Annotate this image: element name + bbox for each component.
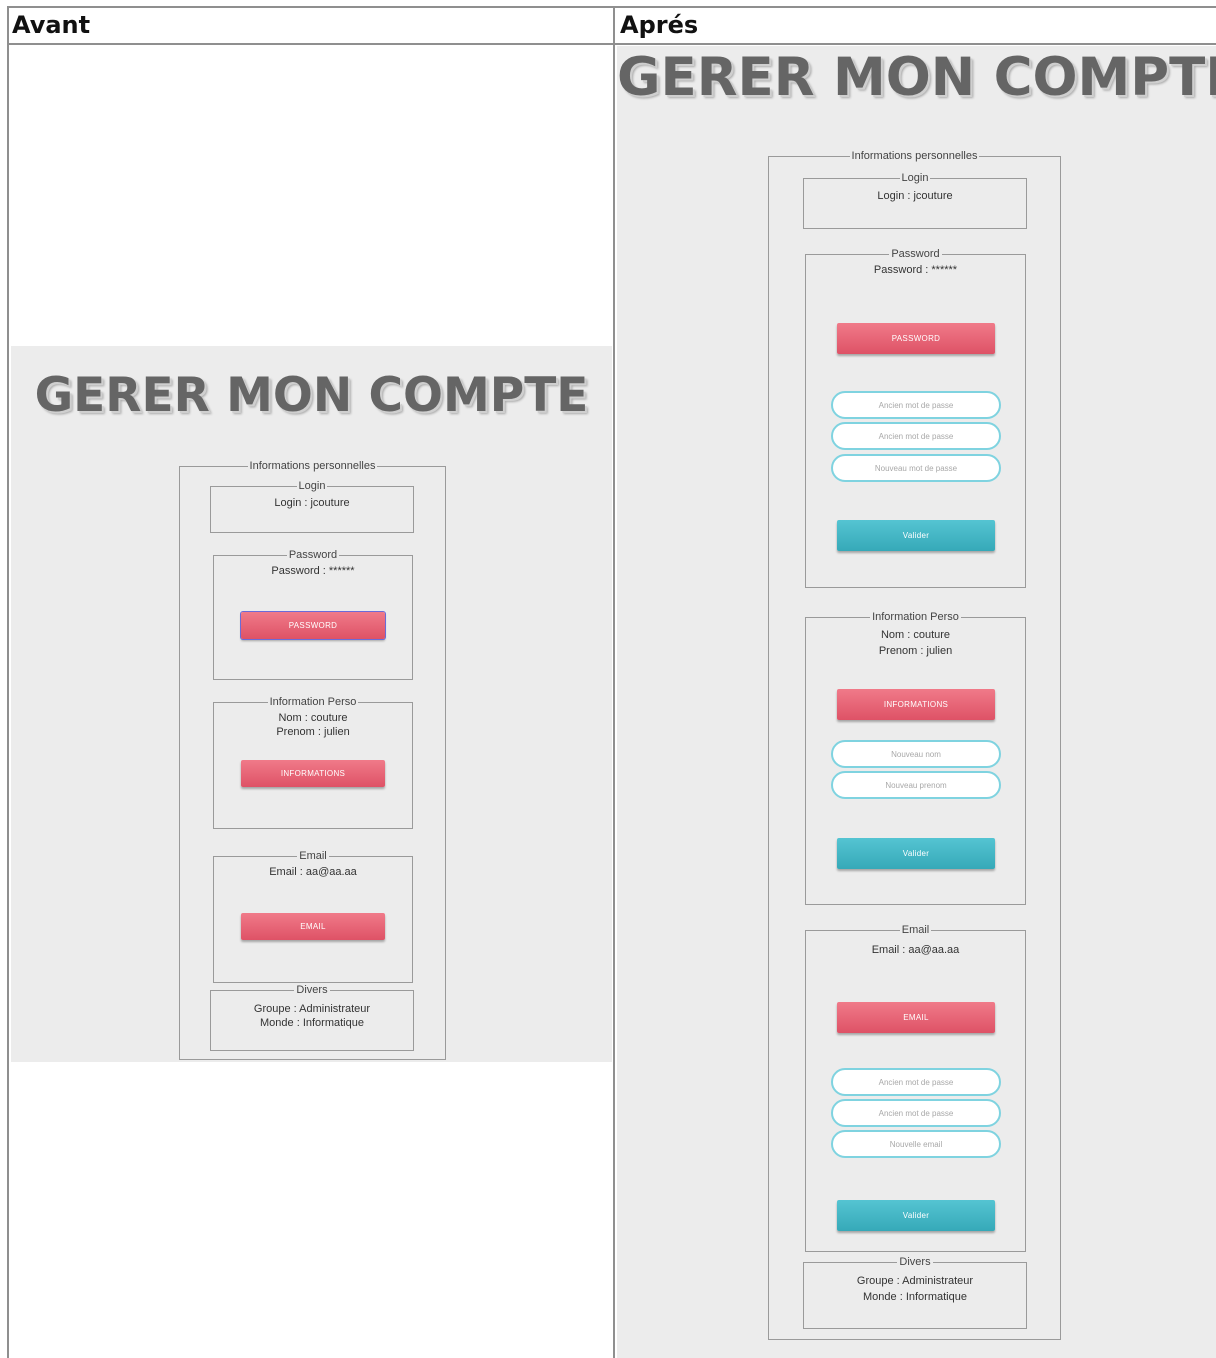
email-fieldset: Email Email : aa@aa.aa EMAIL Valider	[805, 924, 1026, 1252]
monde-text: Monde : Informatique	[863, 1291, 967, 1303]
column-header-before: Avant	[12, 11, 91, 39]
nom-text: Nom : couture	[880, 629, 951, 641]
login-fieldset: Login Login : jcouture	[210, 480, 414, 533]
page-title: GERER MON COMPTE	[34, 368, 589, 423]
info-submit-button[interactable]: Valider	[837, 838, 995, 869]
email-button[interactable]: EMAIL	[241, 913, 385, 940]
column-header-after: Aprés	[620, 11, 699, 39]
divers-fieldset: Divers Groupe : Administrateur Monde : I…	[803, 1256, 1027, 1329]
new-password-input[interactable]	[831, 454, 1001, 482]
informations-button[interactable]: INFORMATIONS	[837, 689, 995, 720]
fieldset-legend: Informations personnelles	[851, 150, 978, 162]
old-password-confirm-input[interactable]	[831, 1099, 1001, 1127]
email-text: Email : aa@aa.aa	[269, 866, 357, 878]
column-divider	[613, 6, 615, 1358]
fieldset-legend: Email	[901, 924, 930, 936]
new-firstname-input[interactable]	[831, 771, 1001, 799]
new-name-input[interactable]	[831, 740, 1001, 768]
password-fieldset: Password Password : ****** PASSWORD	[213, 549, 413, 680]
login-text: Login : jcouture	[877, 190, 953, 202]
fieldset-legend: Divers	[899, 1256, 931, 1268]
old-password-input[interactable]	[831, 1068, 1001, 1096]
email-text: Email : aa@aa.aa	[871, 944, 960, 956]
password-button[interactable]: PASSWORD	[241, 612, 385, 639]
before-screenshot: GERER MON COMPTE Informations personnell…	[11, 346, 612, 1062]
groupe-text: Groupe : Administrateur	[253, 1003, 371, 1015]
info-perso-fieldset: Information Perso Nom : couture Prenom :…	[213, 696, 413, 829]
login-fieldset: Login Login : jcouture	[803, 172, 1027, 229]
old-password-input[interactable]	[831, 391, 1001, 419]
page-title: GERER MON COMPTE	[617, 47, 1216, 108]
password-fieldset: Password Password : ****** PASSWORD Vali…	[805, 248, 1026, 588]
old-password-confirm-input[interactable]	[831, 422, 1001, 450]
fieldset-legend: Email	[299, 850, 327, 862]
email-fieldset: Email Email : aa@aa.aa EMAIL	[213, 850, 413, 983]
info-perso-fieldset: Information Perso Nom : couture Prenom :…	[805, 611, 1026, 905]
password-text: Password : ******	[271, 565, 355, 577]
password-submit-button[interactable]: Valider	[837, 520, 995, 551]
prenom-text: Prenom : julien	[276, 726, 350, 738]
groupe-text: Groupe : Administrateur	[856, 1275, 974, 1287]
email-button[interactable]: EMAIL	[837, 1002, 995, 1033]
header-divider	[7, 43, 1216, 45]
informations-button[interactable]: INFORMATIONS	[241, 760, 385, 787]
fieldset-legend: Information Perso	[269, 696, 357, 708]
fieldset-legend: Divers	[296, 984, 328, 996]
fieldset-legend: Informations personnelles	[249, 460, 376, 472]
password-button[interactable]: PASSWORD	[837, 323, 995, 354]
fieldset-legend: Password	[288, 549, 338, 561]
divers-fieldset: Divers Groupe : Administrateur Monde : I…	[210, 984, 414, 1051]
prenom-text: Prenom : julien	[878, 645, 953, 657]
nom-text: Nom : couture	[278, 712, 348, 724]
fieldset-legend: Login	[901, 172, 929, 184]
fieldset-legend: Login	[298, 480, 326, 492]
monde-text: Monde : Informatique	[260, 1017, 364, 1029]
fieldset-legend: Password	[891, 248, 940, 260]
new-email-input[interactable]	[831, 1130, 1001, 1158]
login-text: Login : jcouture	[274, 497, 350, 509]
email-submit-button[interactable]: Valider	[837, 1200, 995, 1231]
fieldset-legend: Information Perso	[872, 611, 959, 623]
password-text: Password : ******	[873, 264, 958, 276]
after-screenshot: GERER MON COMPTE Informations personnell…	[617, 46, 1216, 1358]
